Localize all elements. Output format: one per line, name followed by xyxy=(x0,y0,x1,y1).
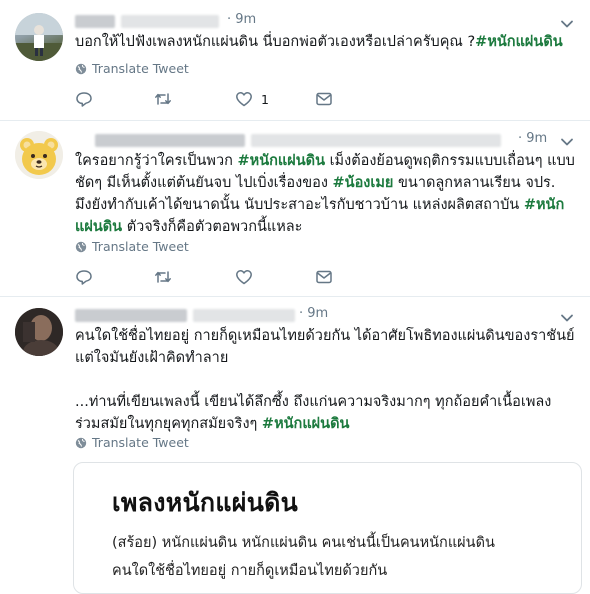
hashtag-link[interactable]: #หนักแผ่นดิน xyxy=(262,416,349,432)
like-button[interactable]: 1 xyxy=(235,90,269,108)
display-name[interactable] xyxy=(95,134,245,147)
globe-icon xyxy=(75,63,87,74)
direct-message-button[interactable] xyxy=(315,90,333,108)
avatar[interactable] xyxy=(15,131,63,179)
chevron-down-icon[interactable] xyxy=(560,311,574,325)
like-count: 1 xyxy=(261,91,269,107)
tweet-text: บอกให้ไปฟังเพลงหนักแผ่นดิน นี่บอกพ่อตัวเ… xyxy=(75,31,575,53)
user-handle[interactable] xyxy=(121,15,219,28)
like-button[interactable] xyxy=(235,268,253,286)
timestamp[interactable]: · 9m xyxy=(299,306,328,321)
timestamp[interactable]: · 9m xyxy=(518,131,547,146)
avatar-photo xyxy=(15,13,63,61)
display-name[interactable] xyxy=(75,15,115,28)
display-name[interactable] xyxy=(75,309,187,322)
tweet-text-segment: คนใดใช้ชื่อไทยอยู่ กายก็ดูเหมือนไทยด้วยก… xyxy=(75,328,575,366)
reply-icon xyxy=(76,92,92,107)
envelope-icon xyxy=(316,92,332,106)
reply-button[interactable] xyxy=(75,268,93,286)
tweet-actions xyxy=(75,268,375,292)
heart-icon xyxy=(236,270,252,285)
retweet-button[interactable] xyxy=(154,268,172,286)
tweet-text: คนใดใช้ชื่อไทยอยู่ กายก็ดูเหมือนไทยด้วยก… xyxy=(75,325,575,435)
card-title: เพลงหนักแผ่นดิน xyxy=(112,488,299,517)
retweet-icon xyxy=(155,93,171,105)
tweet-text-segment: ใครอยากรู้ว่าใครเป็นพวก xyxy=(75,153,238,169)
hashtag-link[interactable]: #หนักแผ่นดิน xyxy=(238,153,325,169)
retweet-button[interactable] xyxy=(154,90,172,108)
reply-icon xyxy=(76,270,92,285)
globe-icon xyxy=(75,241,87,252)
retweet-icon xyxy=(155,271,171,283)
envelope-icon xyxy=(316,270,332,284)
chevron-down-icon[interactable] xyxy=(560,17,574,31)
direct-message-button[interactable] xyxy=(315,268,333,286)
avatar-photo xyxy=(15,308,63,356)
translate-tweet-label: Translate Tweet xyxy=(92,435,189,450)
tweet-text-segment: บอกให้ไปฟังเพลงหนักแผ่นดิน นี่บอกพ่อตัวเ… xyxy=(75,34,476,50)
translate-tweet-label: Translate Tweet xyxy=(92,239,189,254)
tweet-2[interactable]: · 9m ใครอยากรู้ว่าใครเป็นพวก #หนักแผ่นดิ… xyxy=(0,120,590,297)
user-handle[interactable] xyxy=(193,309,295,322)
tweet-3[interactable]: · 9m คนใดใช้ชื่อไทยอยู่ กายก็ดูเหมือนไทย… xyxy=(0,296,590,594)
hashtag-link[interactable]: #หนักแผ่นดิน xyxy=(475,34,562,50)
translate-tweet-link[interactable]: Translate Tweet xyxy=(75,61,189,76)
timestamp[interactable]: · 9m xyxy=(227,12,256,27)
tweet-text-segment: ตัวจริงก็คือตัวตอพวกนี้แหละ xyxy=(122,219,303,235)
tweet-actions: 1 xyxy=(75,90,375,114)
heart-icon xyxy=(236,92,252,107)
card-line-1: (สร้อย) หนักแผ่นดิน หนักแผ่นดิน คนเช่นนี… xyxy=(112,535,495,551)
translate-tweet-link[interactable]: Translate Tweet xyxy=(75,239,189,254)
reply-button[interactable] xyxy=(75,90,93,108)
avatar[interactable] xyxy=(15,13,63,61)
chevron-down-icon[interactable] xyxy=(560,135,574,149)
hashtag-link[interactable]: #น้องเมย xyxy=(333,175,394,191)
translate-tweet-link[interactable]: Translate Tweet xyxy=(75,435,189,450)
avatar-bear-icon xyxy=(15,131,63,179)
globe-icon xyxy=(75,437,87,448)
translate-tweet-label: Translate Tweet xyxy=(92,61,189,76)
link-preview-card[interactable]: เพลงหนักแผ่นดิน (สร้อย) หนักแผ่นดิน หนัก… xyxy=(73,462,582,594)
avatar[interactable] xyxy=(15,308,63,356)
tweet-1[interactable]: · 9m บอกให้ไปฟังเพลงหนักแผ่นดิน นี่บอกพ่… xyxy=(0,0,590,121)
card-line-2: คนใดใช้ชื่อไทยอยู่ กายก็ดูเหมือนไทยด้วยก… xyxy=(112,563,388,579)
user-handle[interactable] xyxy=(251,134,501,147)
tweet-text: ใครอยากรู้ว่าใครเป็นพวก #หนักแผ่นดิน เม็… xyxy=(75,150,575,238)
